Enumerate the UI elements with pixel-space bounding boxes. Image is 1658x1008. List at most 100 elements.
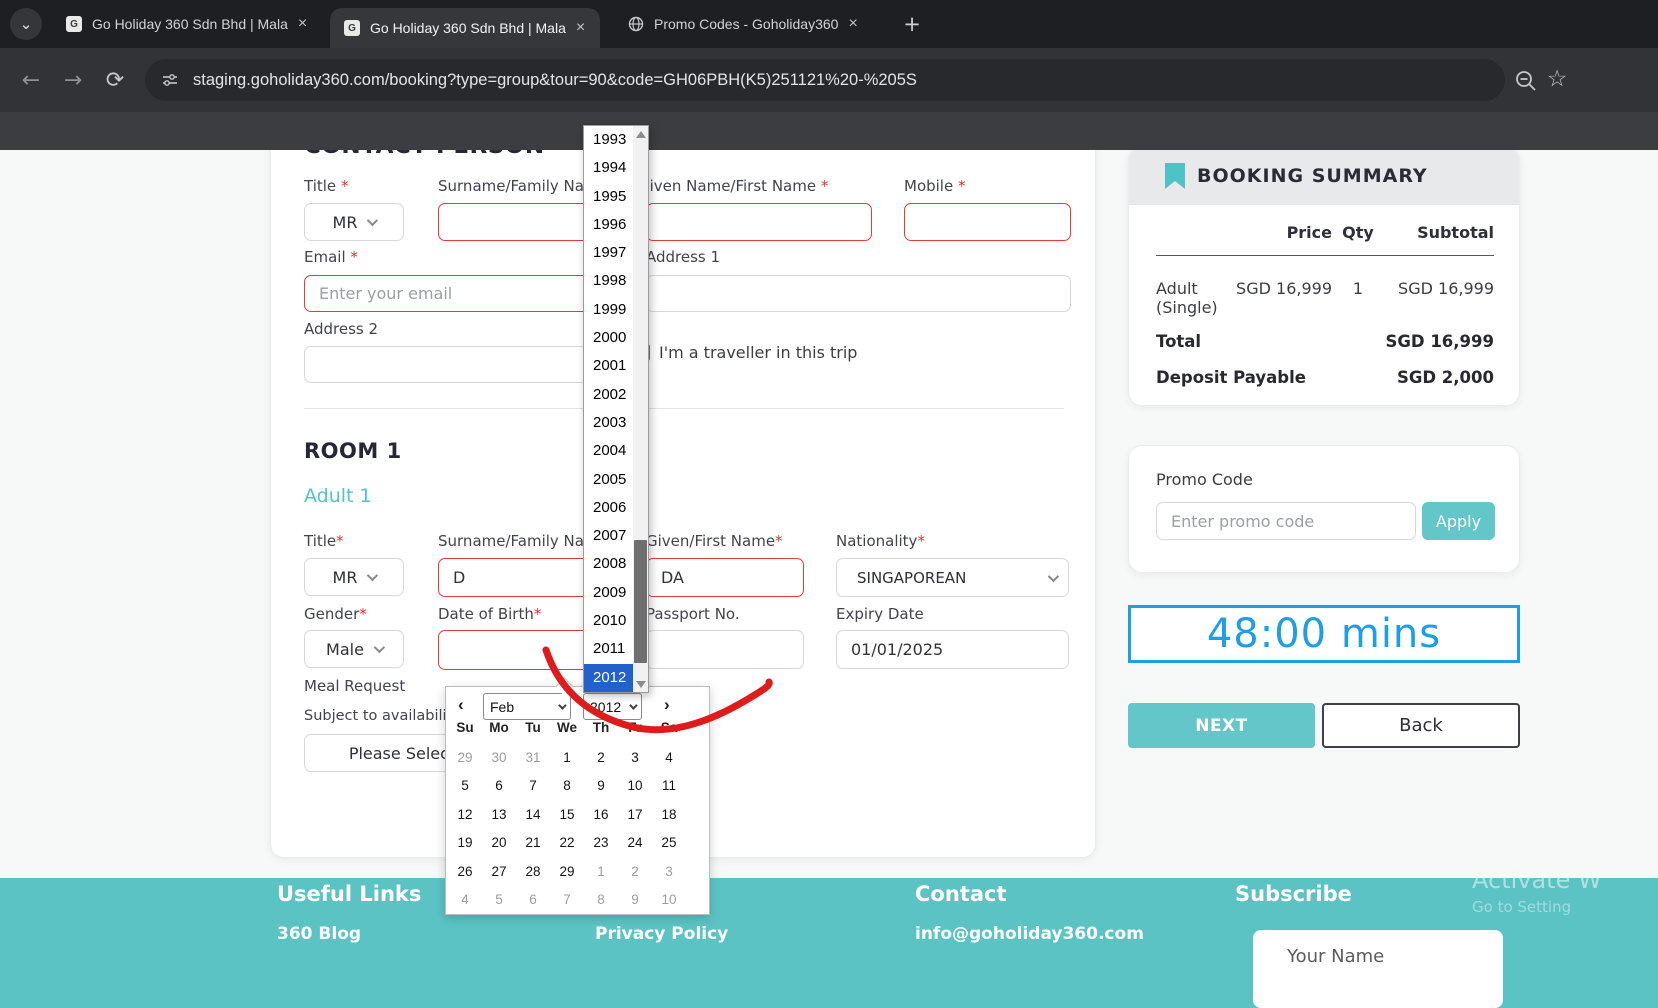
- calendar-day-6[interactable]: 6: [516, 886, 550, 915]
- dropdown-scrollbar[interactable]: [633, 126, 648, 692]
- calendar-day-12[interactable]: 12: [448, 800, 482, 829]
- nationality-select[interactable]: SINGAPOREAN: [836, 558, 1069, 597]
- calendar-day-13[interactable]: 13: [482, 800, 516, 829]
- year-option-2011[interactable]: 2011: [584, 635, 633, 663]
- calendar-day-14[interactable]: 14: [516, 800, 550, 829]
- calendar-year-select[interactable]: 2012: [583, 693, 642, 720]
- calendar-day-7[interactable]: 7: [516, 772, 550, 801]
- calendar-day-1[interactable]: 1: [550, 743, 584, 772]
- year-option-2007[interactable]: 2007: [584, 522, 633, 550]
- contact-mobile-input[interactable]: [904, 203, 1071, 241]
- address1-input[interactable]: [646, 275, 1071, 312]
- calendar-day-5[interactable]: 5: [448, 772, 482, 801]
- reload-icon[interactable]: ⟳: [98, 48, 132, 112]
- contact-given-name-input[interactable]: [646, 203, 872, 241]
- zoom-out-icon[interactable]: [1514, 69, 1538, 93]
- year-option-1994[interactable]: 1994: [584, 154, 633, 182]
- calendar-day-6[interactable]: 6: [482, 772, 516, 801]
- calendar-day-10[interactable]: 10: [618, 772, 652, 801]
- calendar-day-1[interactable]: 1: [584, 857, 618, 886]
- year-option-1999[interactable]: 1999: [584, 296, 633, 324]
- promo-code-input[interactable]: [1156, 502, 1416, 540]
- year-option-2003[interactable]: 2003: [584, 409, 633, 437]
- calendar-day-30[interactable]: 30: [482, 743, 516, 772]
- new-tab-button[interactable]: +: [898, 10, 926, 38]
- year-option-2004[interactable]: 2004: [584, 437, 633, 465]
- close-tab-icon[interactable]: ×: [298, 15, 307, 33]
- calendar-next-button[interactable]: ›: [664, 695, 670, 715]
- calendar-day-7[interactable]: 7: [550, 886, 584, 915]
- tab-3[interactable]: Promo Codes - Goholiday360 ×: [614, 0, 880, 48]
- year-option-1997[interactable]: 1997: [584, 239, 633, 267]
- bookmark-star-icon[interactable]: ☆: [1540, 47, 1574, 111]
- calendar-day-17[interactable]: 17: [618, 800, 652, 829]
- calendar-day-23[interactable]: 23: [584, 829, 618, 858]
- calendar-day-4[interactable]: 4: [652, 743, 686, 772]
- calendar-day-21[interactable]: 21: [516, 829, 550, 858]
- tab-2-active[interactable]: G Go Holiday 360 Sdn Bhd | Mala ×: [330, 8, 600, 48]
- calendar-day-5[interactable]: 5: [482, 886, 516, 915]
- back-icon[interactable]: ←: [14, 48, 48, 112]
- next-button[interactable]: NEXT: [1128, 703, 1315, 748]
- calendar-day-28[interactable]: 28: [516, 857, 550, 886]
- calendar-day-10[interactable]: 10: [652, 886, 686, 915]
- year-option-2012[interactable]: 2012: [584, 664, 633, 692]
- calendar-day-3[interactable]: 3: [652, 857, 686, 886]
- calendar-day-29[interactable]: 29: [550, 857, 584, 886]
- year-option-2009[interactable]: 2009: [584, 579, 633, 607]
- calendar-day-4[interactable]: 4: [448, 886, 482, 915]
- calendar-day-15[interactable]: 15: [550, 800, 584, 829]
- privacy-policy-link[interactable]: Privacy Policy: [595, 924, 728, 944]
- year-option-2000[interactable]: 2000: [584, 324, 633, 352]
- site-settings-icon[interactable]: [161, 71, 179, 89]
- contact-email-link[interactable]: info@goholiday360.com: [915, 924, 1144, 944]
- calendar-day-8[interactable]: 8: [550, 772, 584, 801]
- passport-input[interactable]: [646, 630, 804, 669]
- year-option-2006[interactable]: 2006: [584, 494, 633, 522]
- year-option-2001[interactable]: 2001: [584, 352, 633, 380]
- forward-icon[interactable]: →: [56, 48, 90, 112]
- calendar-day-11[interactable]: 11: [652, 772, 686, 801]
- tab-search-chevron-button[interactable]: ⌄: [10, 8, 42, 40]
- blog-link[interactable]: 360 Blog: [277, 924, 361, 944]
- calendar-day-19[interactable]: 19: [448, 829, 482, 858]
- scroll-up-icon[interactable]: [633, 126, 648, 142]
- year-option-2010[interactable]: 2010: [584, 607, 633, 635]
- back-button[interactable]: Back: [1322, 703, 1520, 748]
- scrollbar-thumb[interactable]: [634, 540, 647, 663]
- contact-title-select[interactable]: MR: [304, 203, 404, 241]
- year-option-1998[interactable]: 1998: [584, 267, 633, 295]
- scroll-down-icon[interactable]: [633, 676, 648, 692]
- address-bar[interactable]: staging.goholiday360.com/booking?type=gr…: [145, 59, 1505, 101]
- calendar-day-20[interactable]: 20: [482, 829, 516, 858]
- year-option-1993[interactable]: 1993: [584, 126, 633, 154]
- calendar-day-2[interactable]: 2: [618, 857, 652, 886]
- calendar-month-select[interactable]: Feb: [483, 693, 571, 720]
- subscribe-name-input[interactable]: Your Name: [1253, 930, 1503, 1008]
- calendar-day-31[interactable]: 31: [516, 743, 550, 772]
- calendar-day-24[interactable]: 24: [618, 829, 652, 858]
- gender-select[interactable]: Male: [304, 630, 404, 668]
- calendar-day-9[interactable]: 9: [584, 772, 618, 801]
- calendar-day-22[interactable]: 22: [550, 829, 584, 858]
- year-option-2002[interactable]: 2002: [584, 381, 633, 409]
- apply-button[interactable]: Apply: [1422, 502, 1495, 540]
- room-title-select[interactable]: MR: [304, 558, 404, 596]
- close-tab-icon[interactable]: ×: [848, 15, 857, 33]
- close-tab-icon[interactable]: ×: [576, 19, 585, 37]
- expiry-input[interactable]: [836, 630, 1069, 669]
- calendar-day-8[interactable]: 8: [584, 886, 618, 915]
- calendar-prev-button[interactable]: ‹: [458, 695, 464, 715]
- calendar-day-9[interactable]: 9: [618, 886, 652, 915]
- calendar-day-29[interactable]: 29: [448, 743, 482, 772]
- calendar-day-3[interactable]: 3: [618, 743, 652, 772]
- year-option-1995[interactable]: 1995: [584, 183, 633, 211]
- year-option-2008[interactable]: 2008: [584, 550, 633, 578]
- room-given-input[interactable]: [646, 558, 804, 597]
- year-option-1996[interactable]: 1996: [584, 211, 633, 239]
- tab-1[interactable]: G Go Holiday 360 Sdn Bhd | Mala ×: [52, 0, 318, 48]
- year-option-2005[interactable]: 2005: [584, 466, 633, 494]
- calendar-day-26[interactable]: 26: [448, 857, 482, 886]
- calendar-day-25[interactable]: 25: [652, 829, 686, 858]
- calendar-day-18[interactable]: 18: [652, 800, 686, 829]
